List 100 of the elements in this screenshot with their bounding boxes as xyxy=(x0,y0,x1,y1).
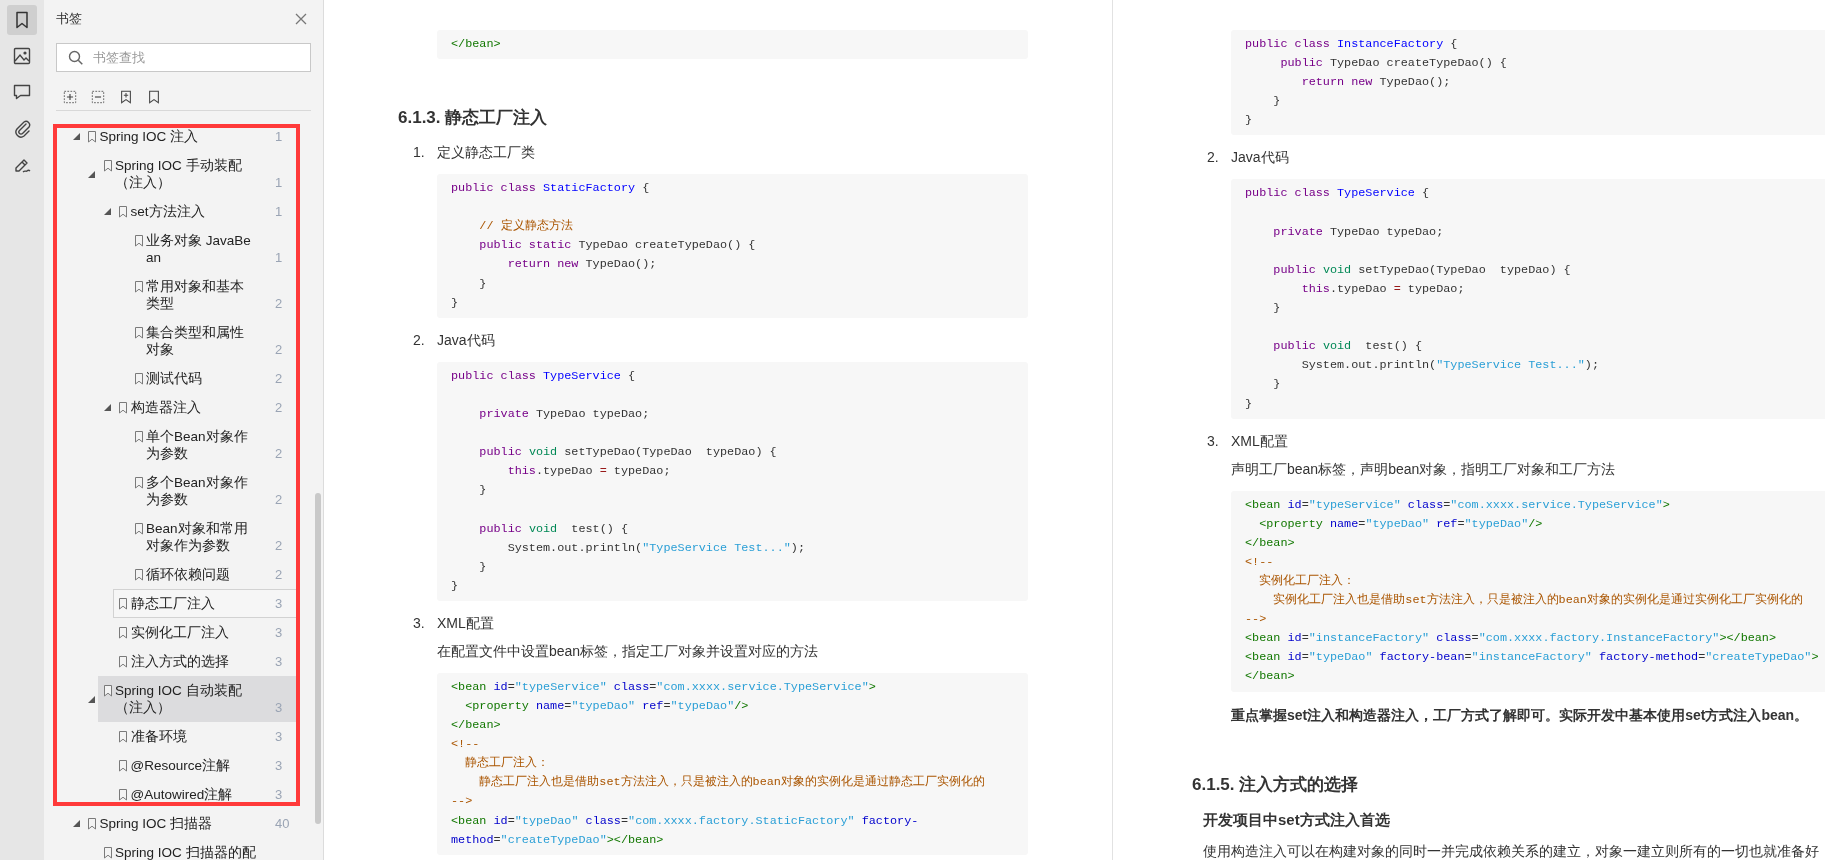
code-line: 静态工厂注入也是借助set方法注入，只是被注入的bean对象的实例化是通过静态工厂实例化的 xyxy=(478,774,985,792)
bookmark-item[interactable]: 常用对象和基本类型 2 xyxy=(128,272,298,318)
bookmark-icon xyxy=(119,598,127,610)
image-icon xyxy=(12,46,32,66)
bookmark-item[interactable]: set方法注入 1 xyxy=(113,197,298,226)
bookmark-icon xyxy=(119,656,127,668)
bookmark-icon xyxy=(119,206,127,218)
page-number: 2 xyxy=(275,566,284,583)
bookmark-item[interactable]: 注入方式的选择 3 xyxy=(113,647,298,676)
bookmark-tab[interactable] xyxy=(7,5,37,35)
list-number: 3. xyxy=(412,613,426,633)
triangle-icon[interactable] xyxy=(88,695,95,703)
bookmark-icon xyxy=(119,402,127,414)
code-line: public class InstanceFactory { xyxy=(1245,36,1458,53)
bookmark-item[interactable]: 构造器注入 2 xyxy=(113,393,298,422)
subheading: 开发项目中set方式注入首选 xyxy=(1203,809,1390,830)
page-number: 2 xyxy=(275,445,284,462)
bookmark-icon xyxy=(119,760,127,772)
bookmark-icon xyxy=(134,477,143,489)
code-line: public TypeDao createTypeDao() { xyxy=(1279,55,1507,73)
dotted-minus-icon[interactable] xyxy=(91,89,105,105)
triangle-icon[interactable] xyxy=(88,170,95,178)
code-line: System.out.println("TypeService Test..."); xyxy=(1300,357,1599,375)
bookmark-item[interactable]: Spring IOC 手动装配（注入） 1 xyxy=(97,151,298,197)
code-line: System.out.println("TypeService Test..."); xyxy=(506,539,805,557)
list-number: 1. xyxy=(412,143,426,163)
bookmark-item[interactable]: Spring IOC 扫描器 40 xyxy=(82,809,298,838)
code-line: <property name="typeDao" ref="typeDao"/> xyxy=(464,697,749,715)
code-line: } xyxy=(451,294,459,312)
code-line: } xyxy=(451,577,459,595)
page-number: 1 xyxy=(275,249,284,266)
bookmark-item[interactable]: Spring IOC 扫描器的配 xyxy=(97,838,298,860)
bookmark-icon[interactable] xyxy=(147,89,161,105)
bookmark-item[interactable]: 业务对象 JavaBean 1 xyxy=(128,226,298,272)
list-number: 2. xyxy=(412,330,426,350)
code-line: <bean id="typeDao" class="com.xxxx.factory.StaticFactory" factory- xyxy=(451,812,919,830)
code-line: --> xyxy=(1245,611,1267,629)
bookmark-item[interactable]: 准备环境 3 xyxy=(113,722,298,751)
bookmark-icon xyxy=(134,281,143,293)
code-line: } xyxy=(478,275,487,293)
bookmark-icon xyxy=(134,373,143,385)
triangle-icon[interactable] xyxy=(103,208,111,215)
list-text: Java代码 xyxy=(1231,148,1289,168)
code-line: this.typeDao = typeDao; xyxy=(506,463,671,481)
bookmark-item[interactable]: 单个Bean对象作为参数 2 xyxy=(128,422,298,468)
bookmark-item[interactable]: Spring IOC 注入 1 xyxy=(82,122,298,151)
code-line: 静态工厂注入： xyxy=(464,755,550,773)
bookmark-icon xyxy=(134,431,143,443)
code-line: public void setTypeDao(TypeDao typeDao) { xyxy=(478,444,777,462)
triangle-icon[interactable] xyxy=(72,133,80,140)
page-number: 1 xyxy=(275,128,284,145)
bookmark-item[interactable]: 实例化工厂注入 3 xyxy=(113,618,298,647)
close-icon[interactable] xyxy=(295,13,307,25)
list-text: XML配置 xyxy=(437,613,494,633)
code-line: </bean> xyxy=(1245,668,1295,686)
code-line: </bean> xyxy=(451,36,501,53)
triangle-icon[interactable] xyxy=(103,404,111,411)
bookmark-item[interactable]: Bean对象和常用对象作为参数 2 xyxy=(128,514,298,560)
bookmark-item[interactable]: 集合类型和属性对象 2 xyxy=(128,318,298,364)
page-number: 3 xyxy=(275,653,284,670)
dotted-plus-icon[interactable] xyxy=(63,89,77,105)
bookmark-item[interactable]: Spring IOC 自动装配（注入） 3 xyxy=(97,676,298,722)
bookmark-item[interactable]: 循环依赖问题 2 xyxy=(128,560,298,589)
search-field[interactable]: 书签查找 xyxy=(56,43,311,72)
bookmark-icon xyxy=(134,235,143,247)
page-number: 2 xyxy=(275,370,284,387)
bookmark-item[interactable]: 测试代码 2 xyxy=(128,364,298,393)
bookmark-icon xyxy=(119,731,127,743)
paragraph: 重点掌握set注入和构造器注入，工厂方式了解即可。实际开发中基本使用set方式注入bean。 xyxy=(1231,705,1809,725)
code-line: } xyxy=(1245,112,1253,130)
bookmark-icon xyxy=(134,523,143,535)
page-number: 2 xyxy=(275,399,284,416)
scrollbar-thumb[interactable] xyxy=(315,493,321,824)
code-line: <bean id="typeDao" factory-bean="instanceFactory" factory-method="createTypeDao"> xyxy=(1245,649,1819,667)
code-line: public void test() { xyxy=(1272,338,1422,356)
page-number: 3 xyxy=(275,624,284,641)
code-line: } xyxy=(1245,395,1253,413)
bookmark-item[interactable]: @Resource注解 3 xyxy=(113,751,298,780)
code-line: <!-- xyxy=(1245,553,1274,571)
bookmark-item[interactable]: @Autowired注解 3 xyxy=(113,780,298,809)
code-line: } xyxy=(1272,300,1281,318)
add-bookmark-icon[interactable] xyxy=(119,89,133,105)
triangle-icon[interactable] xyxy=(72,820,80,827)
bookmark-icon xyxy=(103,160,112,172)
code-line: public void setTypeDao(TypeDao typeDao) { xyxy=(1272,261,1571,279)
bookmark-icon xyxy=(134,327,143,339)
code-line: return new TypeDao(); xyxy=(1300,74,1451,92)
page-number: 3 xyxy=(275,786,284,803)
code-line: public void test() { xyxy=(478,520,628,538)
bookmark-item[interactable]: 多个Bean对象作为参数 2 xyxy=(128,468,298,514)
code-line: <bean id="typeService" class="com.xxxx.service.TypeService"> xyxy=(1245,496,1670,514)
code-line: </bean> xyxy=(1245,534,1295,552)
page-number: 2 xyxy=(275,537,284,554)
code-line: private TypeDao typeDao; xyxy=(478,405,650,423)
page-number: 1 xyxy=(275,203,284,220)
code-line: private TypeDao typeDao; xyxy=(1272,223,1444,241)
code-line: </bean> xyxy=(451,717,501,735)
bookmark-item[interactable]: 静态工厂注入 3 xyxy=(113,589,298,618)
code-line: 实例化工厂注入： xyxy=(1258,572,1356,590)
bookmark-icon xyxy=(88,818,96,830)
